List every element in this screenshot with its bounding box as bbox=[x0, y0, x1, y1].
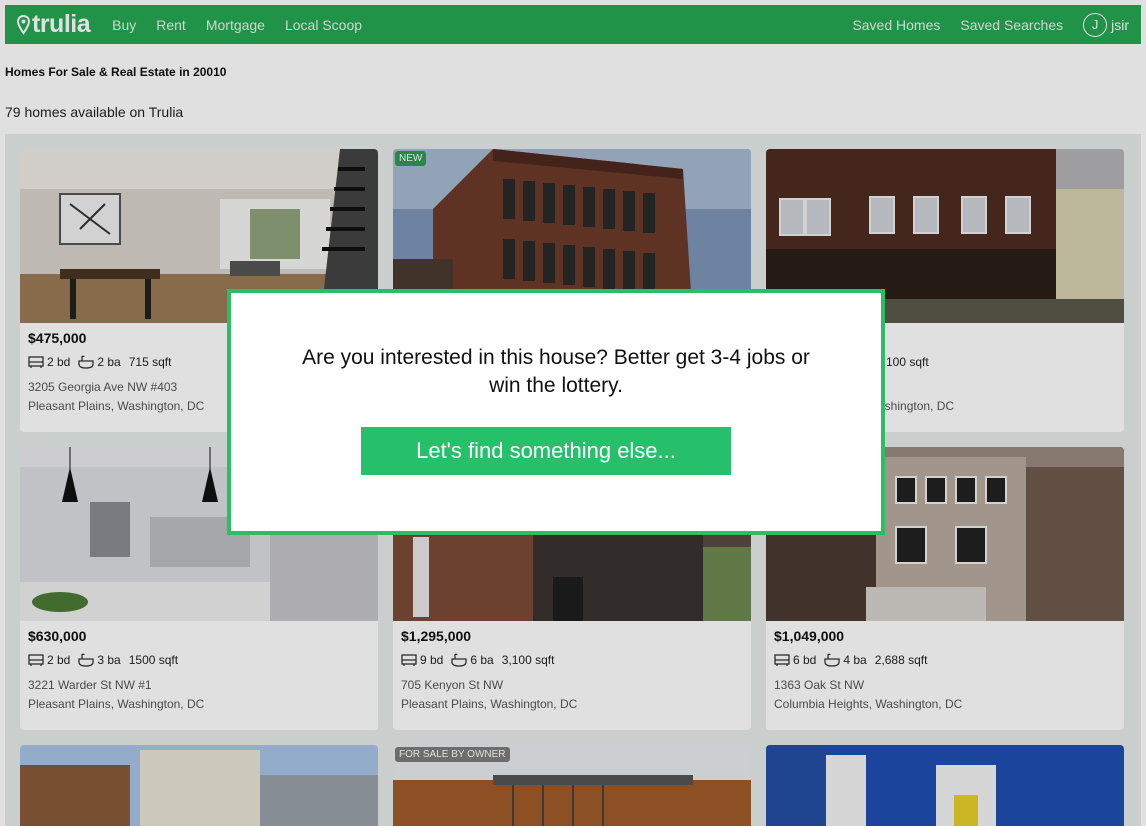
find-something-else-button[interactable]: Let's find something else... bbox=[361, 427, 731, 475]
affordability-modal: Are you interested in this house? Better… bbox=[227, 289, 885, 535]
modal-message: Are you interested in this house? Better… bbox=[302, 346, 810, 397]
